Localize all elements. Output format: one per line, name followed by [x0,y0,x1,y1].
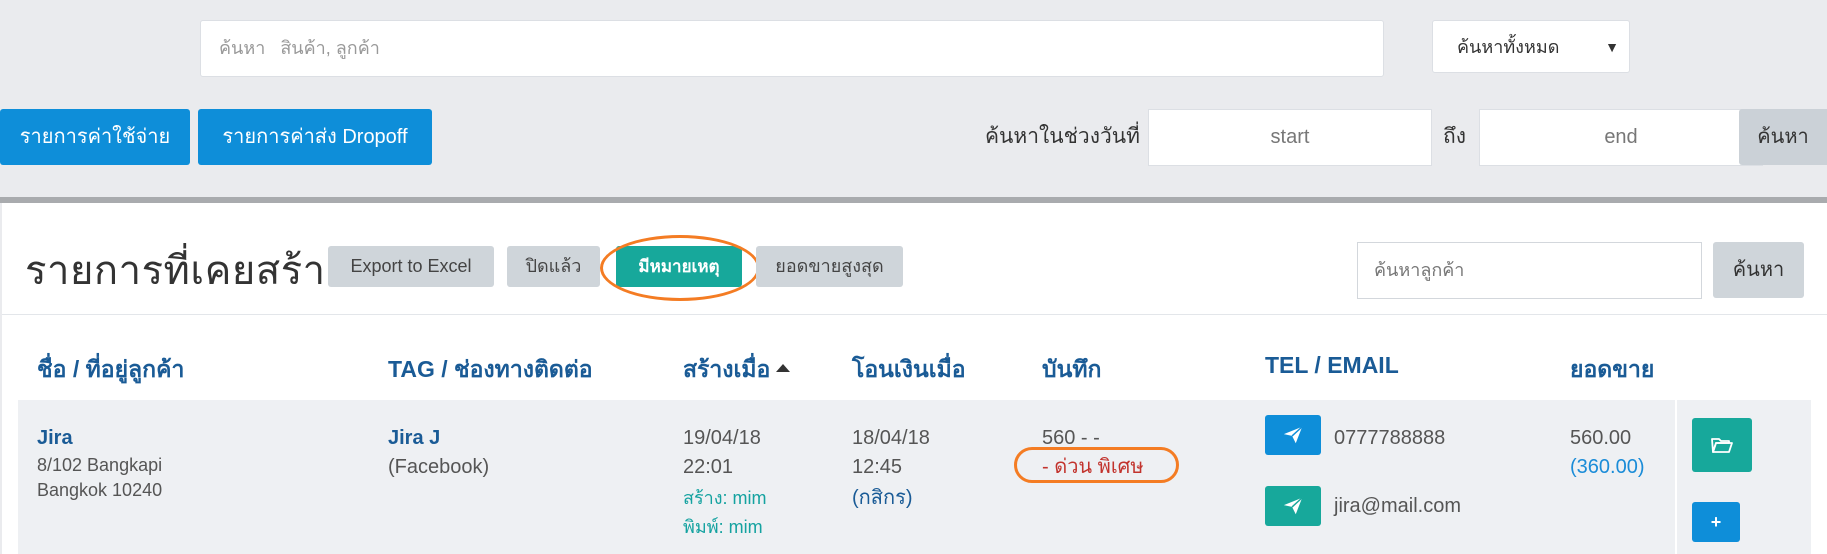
created-by: สร้าง: mim [683,488,767,508]
end-date-input[interactable]: end [1479,109,1763,166]
sales-total: 560.00 [1570,427,1632,449]
column-header-customer: ชื่อ / ที่อยู่ลูกค้า [37,356,185,382]
column-header-tag: TAG / ช่องทางติดต่อ [388,356,593,382]
add-button[interactable]: + [1692,502,1740,542]
customer-search[interactable] [1357,242,1702,299]
printed-by: พิมพ์: mim [683,517,763,537]
column-header-note: บันทึก [1042,356,1102,382]
paid-bank: (กสิกร) [852,487,913,509]
column-header-created-label: สร้างเมื่อ [683,356,771,382]
column-header-contact: TEL / EMAIL [1265,352,1399,378]
send-email-button[interactable] [1265,486,1321,526]
product-customer-search[interactable] [200,20,1384,77]
send-icon [1283,426,1303,444]
customer-tel: 0777788888 [1334,427,1446,449]
customer-email: jira@mail.com [1334,495,1461,517]
column-header-created[interactable]: สร้างเมื่อ [683,352,791,388]
search-scope-value: ค้นหาทั้งหมด [1457,37,1560,57]
send-sms-button[interactable] [1265,415,1321,455]
date-range-label: ค้นหาในช่วงวันที่ [985,125,1140,148]
export-excel-button[interactable]: Export to Excel [328,246,494,287]
open-order-button[interactable] [1692,418,1752,472]
highlight-ellipse [600,235,760,301]
top-sales-filter-button[interactable]: ยอดขายสูงสุด [756,246,903,287]
customer-search-button[interactable]: ค้นหา [1713,242,1804,298]
expenses-button[interactable]: รายการค่าใช้จ่าย [0,109,190,165]
customer-address-line1: 8/102 Bangkapi [37,455,163,475]
customer-tag: Jira J [388,427,441,449]
plus-icon: + [1710,512,1722,532]
closed-filter-button[interactable]: ปิดแล้ว [507,246,600,287]
panel-header-divider [2,314,1827,315]
customer-channel: (Facebook) [388,456,490,478]
send-icon [1283,497,1303,515]
start-date-input[interactable]: start [1148,109,1432,166]
sales-sub: (360.00) [1570,456,1645,478]
created-time: 22:01 [683,456,734,478]
panel-title: รายการที่เคยสร้าง [25,249,346,293]
note-highlight-ellipse [1014,447,1179,483]
dropoff-button[interactable]: รายการค่าส่ง Dropoff [198,109,432,165]
created-date: 19/04/18 [683,427,761,449]
column-header-sales: ยอดขาย [1570,356,1655,382]
paid-date: 18/04/18 [852,427,930,449]
paid-time: 12:45 [852,456,903,478]
customer-name[interactable]: Jira [37,424,73,453]
customer-address-line2: Bangkok 10240 [37,480,163,500]
search-input[interactable] [219,22,1365,75]
search-scope-select[interactable]: ค้นหาทั้งหมด ▼ [1432,20,1630,73]
date-search-button[interactable]: ค้นหา [1739,109,1827,165]
customer-search-input[interactable] [1374,243,1685,298]
caret-down-icon: ▼ [1605,39,1619,55]
sort-asc-icon [776,363,791,372]
folder-open-icon [1711,438,1733,453]
date-range-to-label: ถึง [1443,125,1466,148]
column-header-paid: โอนเงินเมื่อ [852,356,966,382]
